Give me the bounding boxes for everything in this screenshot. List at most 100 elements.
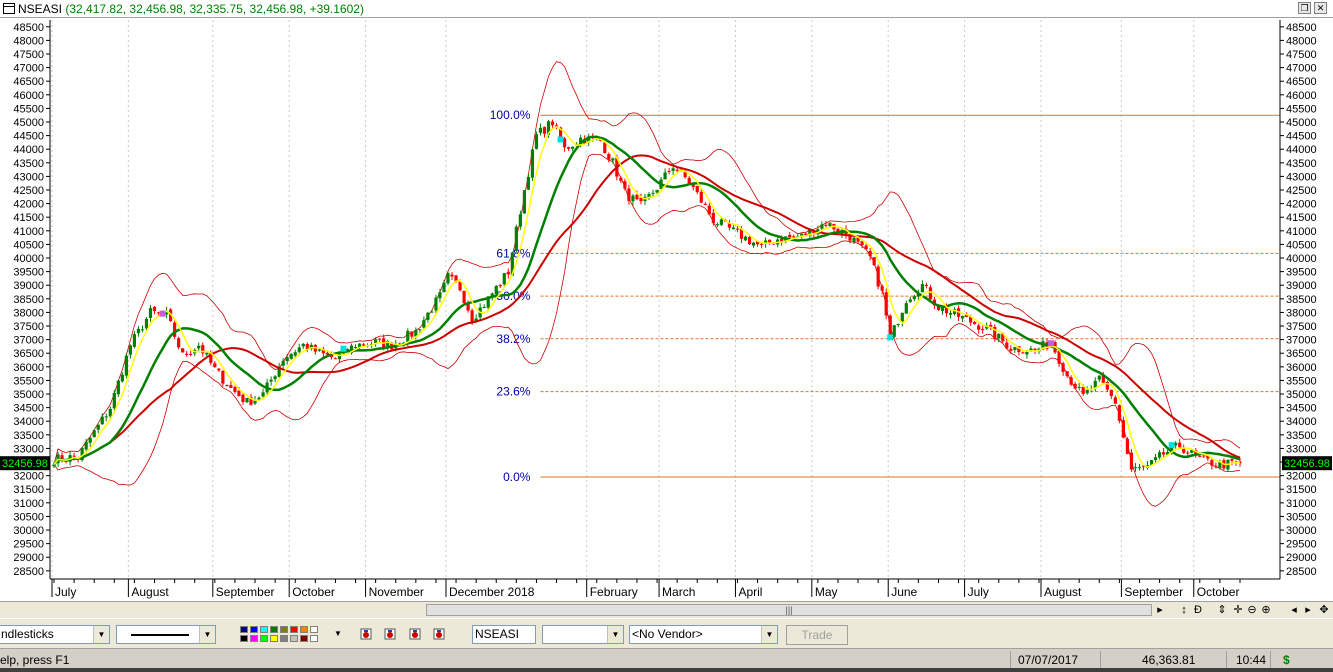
y-tick-label-right: 30500 [1286,511,1317,523]
y-tick-label-left: 44000 [13,144,44,156]
candle-body [973,322,977,325]
candle-body [567,147,571,149]
y-tick-label-right: 46000 [1286,90,1317,102]
y-tick-label-right: 29000 [1286,552,1317,564]
tool-icon-2[interactable] [384,628,396,640]
palette-swatch[interactable] [300,635,308,642]
zoom-in-icon[interactable]: ⊕ [1260,603,1272,617]
tool-icon-3[interactable] [409,628,421,640]
y-tick-label-left: 37000 [13,335,44,347]
dollar-icon[interactable]: $ [1283,653,1290,667]
y-tick-label-left: 34000 [13,416,44,428]
horizontal-scrollbar[interactable]: ||| [426,604,1152,616]
y-tick-label-right: 44000 [1286,144,1317,156]
y-tick-label-left: 33000 [13,443,44,455]
y-tick-label-right: 29500 [1286,539,1317,551]
y-tick-label-left: 40500 [13,239,44,251]
chevron-down-icon[interactable]: ▼ [607,626,623,643]
y-tick-label-left: 39500 [13,267,44,279]
tool-icon-4[interactable] [433,628,445,640]
palette-swatch[interactable] [270,635,278,642]
chart-type-value: ndlesticks [1,627,54,641]
y-tick-label-left: 38500 [13,294,44,306]
candle-body [301,343,305,347]
chevron-down-icon[interactable]: ▼ [199,626,215,643]
candle-body [225,384,229,387]
candle-body [1033,348,1037,350]
candle-body [1125,439,1130,454]
restore-icon[interactable]: ❐ [1298,2,1311,14]
candle-body [788,234,792,238]
candle-body [542,127,547,134]
next-icon[interactable]: ▸ [1302,603,1314,617]
palette-swatch[interactable] [240,635,248,642]
chevron-down-icon[interactable]: ▼ [93,626,109,643]
period-select[interactable]: ▼ [542,625,624,644]
chart-area[interactable]: 100.0%61.8%50.0%38.2%23.6%0.0% 485004850… [0,18,1333,601]
palette-swatch[interactable] [240,626,248,633]
trade-button[interactable]: Trade [786,625,848,645]
candle-body [1109,389,1113,397]
candle-body [418,329,422,331]
candle-body [655,189,659,193]
crosshair-icon[interactable]: ✛ [1232,603,1244,617]
candle-body [977,325,981,330]
vendor-select[interactable]: <No Vendor> ▼ [629,625,778,644]
chevron-down-icon[interactable]: ▼ [761,626,777,643]
zoom-icon[interactable]: ⇕ [1216,603,1228,617]
palette-swatch[interactable] [290,635,298,642]
prev-icon[interactable]: ◂ [1288,603,1300,617]
y-tick-label-left: 47000 [13,63,44,75]
close-icon[interactable]: ✕ [1314,2,1327,14]
candle-body [434,297,438,311]
palette-swatch[interactable] [310,635,318,642]
y-tick-label-left: 42000 [13,199,44,211]
y-tick-label-left: 35000 [13,389,44,401]
status-divider [1010,651,1011,669]
palette-swatch[interactable] [280,626,288,633]
chart-type-select[interactable]: ndlesticks ▼ [0,625,110,644]
color-palette[interactable] [240,626,324,644]
palette-swatch[interactable] [280,635,288,642]
candle-body [317,349,321,351]
price-chart[interactable]: 100.0%61.8%50.0%38.2%23.6%0.0% 485004850… [0,18,1333,601]
y-tick-label-left: 38000 [13,307,44,319]
candle-body [1113,397,1117,404]
candle-body [128,345,132,355]
palette-swatch[interactable] [260,635,268,642]
candle-body [703,203,707,205]
status-divider [1100,651,1101,669]
candle-body [1061,363,1065,372]
x-tick-label: September [1124,585,1183,599]
y-tick-label-left: 31500 [13,484,44,496]
candle-body [792,236,796,238]
line-style-select[interactable]: ▼ [116,625,216,644]
palette-swatch[interactable] [310,626,318,633]
candle-body [132,334,137,347]
scrollbar-thumb[interactable]: ||| [427,605,1151,615]
palette-swatch[interactable] [250,626,258,633]
palette-dropdown-icon[interactable]: ▼ [334,629,342,638]
status-divider [1270,651,1271,669]
chart-scroll-icon[interactable]: ↕ [1178,603,1190,617]
palette-swatch[interactable] [270,626,278,633]
candle-body [663,172,667,180]
candle-body [293,352,297,356]
y-tick-label-left: 42500 [13,185,44,197]
play-icon[interactable]: ▸ [1154,603,1166,617]
palette-swatch[interactable] [300,626,308,633]
symbol-input[interactable]: NSEASI [472,625,536,644]
candle-body [245,397,249,403]
window-title: NSEASI (32,417.82, 32,456.98, 32,335.75,… [18,2,364,16]
candle-body [140,329,145,331]
palette-swatch[interactable] [290,626,298,633]
pan-icon[interactable]: ✥ [1318,603,1330,617]
tool-icon-1[interactable] [360,628,372,640]
palette-swatch[interactable] [250,635,258,642]
palette-swatch[interactable] [260,626,268,633]
zoom-out-icon[interactable]: ⊖ [1246,603,1258,617]
candle-body [1097,375,1101,380]
data-icon[interactable]: Ð [1192,603,1204,617]
window-menu-icon[interactable] [3,3,15,14]
y-tick-label-left: 30000 [13,525,44,537]
